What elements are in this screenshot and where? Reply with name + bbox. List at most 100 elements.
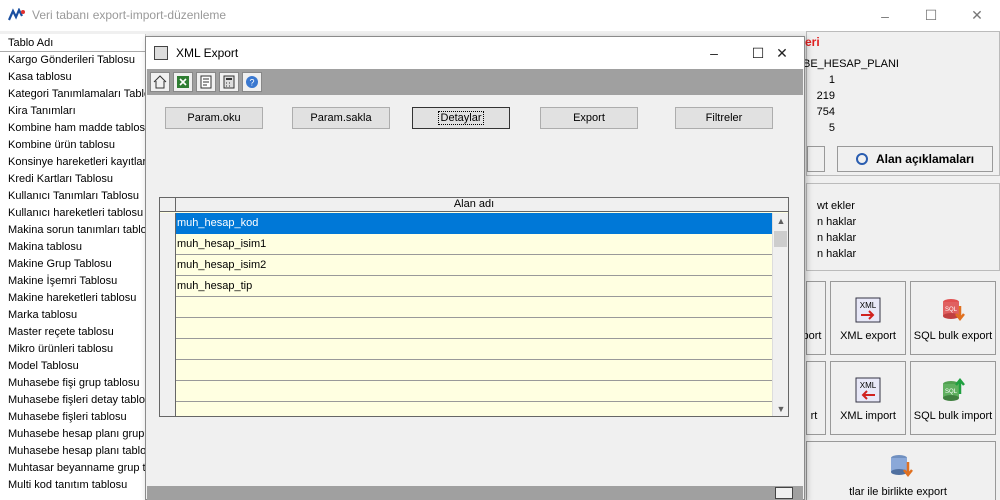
grid-row[interactable]: [160, 402, 772, 416]
export-label: Export: [573, 112, 605, 124]
export-with-details-button[interactable]: tlar ile birlikte export: [806, 441, 996, 500]
param-save-button[interactable]: Param.sakla: [292, 107, 390, 129]
main-minimize-button[interactable]: –: [862, 0, 908, 31]
grid-column-header[interactable]: Alan adı: [176, 198, 772, 212]
dialog-minimize-button[interactable]: –: [692, 37, 736, 69]
stat-value: 1: [828, 74, 835, 86]
table-list-item[interactable]: Model Tablosu: [0, 358, 145, 375]
table-list-item[interactable]: Kargo Gönderileri Tablosu: [0, 52, 145, 69]
field-name-cell[interactable]: muh_hesap_kod: [176, 213, 772, 234]
row-indicator[interactable]: [160, 255, 176, 276]
details-button[interactable]: Detaylar: [412, 107, 510, 129]
param-read-button[interactable]: Param.oku: [165, 107, 263, 129]
table-list-item[interactable]: Kullanıcı hareketleri tablosu: [0, 205, 145, 222]
table-list-item[interactable]: Kombine ham madde tablosu: [0, 120, 145, 137]
table-list-item[interactable]: Konsinye hareketleri kayıtları: [0, 154, 145, 171]
main-close-button[interactable]: ✕: [954, 0, 1000, 31]
table-list-item[interactable]: Kira Tanımları: [0, 103, 145, 120]
scroll-down-arrow-icon[interactable]: ▼: [773, 401, 788, 416]
scroll-thumb[interactable]: [774, 231, 787, 247]
row-indicator[interactable]: [160, 402, 176, 416]
export-button[interactable]: Export: [540, 107, 638, 129]
xml-export-button[interactable]: XML XML export: [830, 281, 906, 355]
row-indicator[interactable]: [160, 234, 176, 255]
main-maximize-button[interactable]: ☐: [908, 0, 954, 31]
field-name-cell[interactable]: muh_hesap_isim2: [176, 255, 772, 276]
field-name-cell[interactable]: [176, 297, 772, 318]
table-list-item[interactable]: Muhasebe hesap planı tablosu: [0, 443, 145, 460]
table-list-header[interactable]: Tablo Adı: [0, 34, 145, 52]
grid-row[interactable]: muh_hesap_tip: [160, 276, 772, 297]
sql-bulk-import-button[interactable]: SQL SQL bulk import: [910, 361, 996, 435]
field-name-cell[interactable]: [176, 402, 772, 416]
table-list-item[interactable]: Kredi Kartları Tablosu: [0, 171, 145, 188]
report-toolbar-button[interactable]: [196, 72, 216, 92]
table-list-item[interactable]: Kasa tablosu: [0, 69, 145, 86]
grid-row[interactable]: [160, 381, 772, 402]
table-list-item[interactable]: Muhasebe fişleri detay tablosu: [0, 392, 145, 409]
row-indicator[interactable]: [160, 339, 176, 360]
grid-row[interactable]: [160, 318, 772, 339]
filters-button[interactable]: Filtreler: [675, 107, 773, 129]
grid-row[interactable]: [160, 297, 772, 318]
field-grid[interactable]: Alan adı muh_hesap_kod muh_hesap_isim1 muh…: [159, 197, 789, 417]
table-list-item[interactable]: Mikro ürünleri tablosu: [0, 341, 145, 358]
field-name-cell[interactable]: [176, 360, 772, 381]
partial-import-button[interactable]: rt: [806, 361, 826, 435]
table-list-item[interactable]: Kombine ürün tablosu: [0, 137, 145, 154]
table-list-item[interactable]: Muhtasar beyanname grup tablosu: [0, 460, 145, 477]
table-info-box: eri BE_HESAP_PLANI 1 219 754 5 Alan açık…: [803, 31, 1000, 176]
row-indicator[interactable]: [160, 213, 176, 234]
grid-row[interactable]: [160, 360, 772, 381]
row-indicator[interactable]: [160, 297, 176, 318]
table-list-item[interactable]: Muhasebe fişleri tablosu: [0, 409, 145, 426]
calculator-toolbar-button[interactable]: [219, 72, 239, 92]
grid-vertical-scrollbar[interactable]: ▲ ▼: [772, 213, 788, 416]
home-toolbar-button[interactable]: [150, 72, 170, 92]
xml-import-button[interactable]: XML XML import: [830, 361, 906, 435]
option-label[interactable]: n haklar: [817, 248, 856, 260]
status-save-icon[interactable]: [775, 487, 793, 499]
table-list-item[interactable]: Muhasebe hesap planı grup tablosu: [0, 426, 145, 443]
row-indicator[interactable]: [160, 276, 176, 297]
xml-export-icon: XML: [855, 297, 881, 323]
grid-row[interactable]: muh_hesap_kod: [160, 213, 772, 234]
grid-row[interactable]: muh_hesap_isim1: [160, 234, 772, 255]
table-list-item[interactable]: Makine Grup Tablosu: [0, 256, 145, 273]
table-list-item[interactable]: Makine hareketleri tablosu: [0, 290, 145, 307]
dialog-window-icon: [154, 46, 168, 60]
option-label[interactable]: n haklar: [817, 232, 856, 244]
stat-value: 754: [816, 106, 835, 118]
row-indicator[interactable]: [160, 360, 176, 381]
dialog-close-button[interactable]: ✕: [760, 37, 804, 69]
table-list-item[interactable]: Master reçete tablosu: [0, 324, 145, 341]
grid-row[interactable]: [160, 339, 772, 360]
row-indicator[interactable]: [160, 381, 176, 402]
table-list-item[interactable]: Kategori Tanımlamaları Tablosu: [0, 86, 145, 103]
table-list[interactable]: Tablo Adı Kargo Gönderileri Tablosu Kasa …: [0, 34, 146, 500]
partial-export-button[interactable]: port: [803, 281, 826, 355]
excel-toolbar-button[interactable]: [173, 72, 193, 92]
option-label[interactable]: n haklar: [817, 216, 856, 228]
table-list-item[interactable]: Makina tablosu: [0, 239, 145, 256]
help-toolbar-button[interactable]: ?: [242, 72, 262, 92]
table-list-item[interactable]: Makine İşemri Tablosu: [0, 273, 145, 290]
field-name-cell[interactable]: [176, 339, 772, 360]
field-name-cell[interactable]: [176, 318, 772, 339]
partial-left-button[interactable]: [807, 146, 825, 172]
dialog-toolbar: ?: [147, 69, 803, 95]
option-label[interactable]: wt ekler: [817, 200, 855, 212]
grid-row[interactable]: muh_hesap_isim2: [160, 255, 772, 276]
field-name-cell[interactable]: [176, 381, 772, 402]
field-name-cell[interactable]: muh_hesap_tip: [176, 276, 772, 297]
table-list-item[interactable]: Marka tablosu: [0, 307, 145, 324]
scroll-up-arrow-icon[interactable]: ▲: [773, 213, 788, 229]
table-list-item[interactable]: Multi kod tanıtım tablosu: [0, 477, 145, 494]
sql-bulk-export-button[interactable]: SQL SQL bulk export: [910, 281, 996, 355]
field-descriptions-button[interactable]: Alan açıklamaları: [837, 146, 993, 172]
table-list-item[interactable]: Kullanıcı Tanımları Tablosu: [0, 188, 145, 205]
row-indicator[interactable]: [160, 318, 176, 339]
field-name-cell[interactable]: muh_hesap_isim1: [176, 234, 772, 255]
table-list-item[interactable]: Makina sorun tanımları tablosu: [0, 222, 145, 239]
table-list-item[interactable]: Muhasebe fişi grup tablosu: [0, 375, 145, 392]
